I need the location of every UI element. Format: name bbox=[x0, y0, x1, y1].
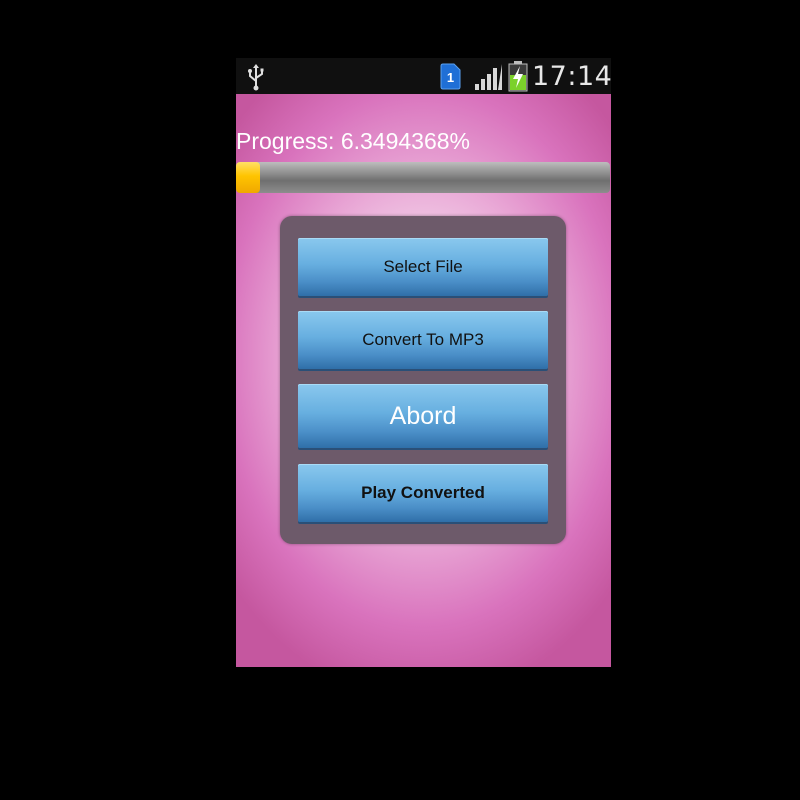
battery-charging-icon bbox=[508, 61, 528, 92]
status-clock: 17:14 bbox=[532, 61, 611, 92]
main-content: Progress: 6.3494368% Select File Convert… bbox=[236, 94, 611, 667]
button-panel: Select File Convert To MP3 Abord Play Co… bbox=[280, 216, 566, 544]
abord-button[interactable]: Abord bbox=[298, 384, 548, 448]
progress-label: Progress: 6.3494368% bbox=[236, 128, 470, 154]
signal-icon bbox=[475, 64, 502, 90]
sim-icon: 1 bbox=[440, 63, 461, 90]
usb-icon bbox=[248, 64, 264, 91]
progress-bar bbox=[236, 162, 610, 193]
convert-to-mp3-button[interactable]: Convert To MP3 bbox=[298, 311, 548, 369]
select-file-button[interactable]: Select File bbox=[298, 238, 548, 296]
sim-slot-number: 1 bbox=[447, 70, 454, 85]
status-bar: 1 17:14 bbox=[236, 58, 611, 94]
progress-fill bbox=[236, 162, 260, 193]
play-converted-button[interactable]: Play Converted bbox=[298, 464, 548, 522]
phone-screen: 1 17:14 Progress: 6.3494368% Select File… bbox=[236, 58, 611, 667]
